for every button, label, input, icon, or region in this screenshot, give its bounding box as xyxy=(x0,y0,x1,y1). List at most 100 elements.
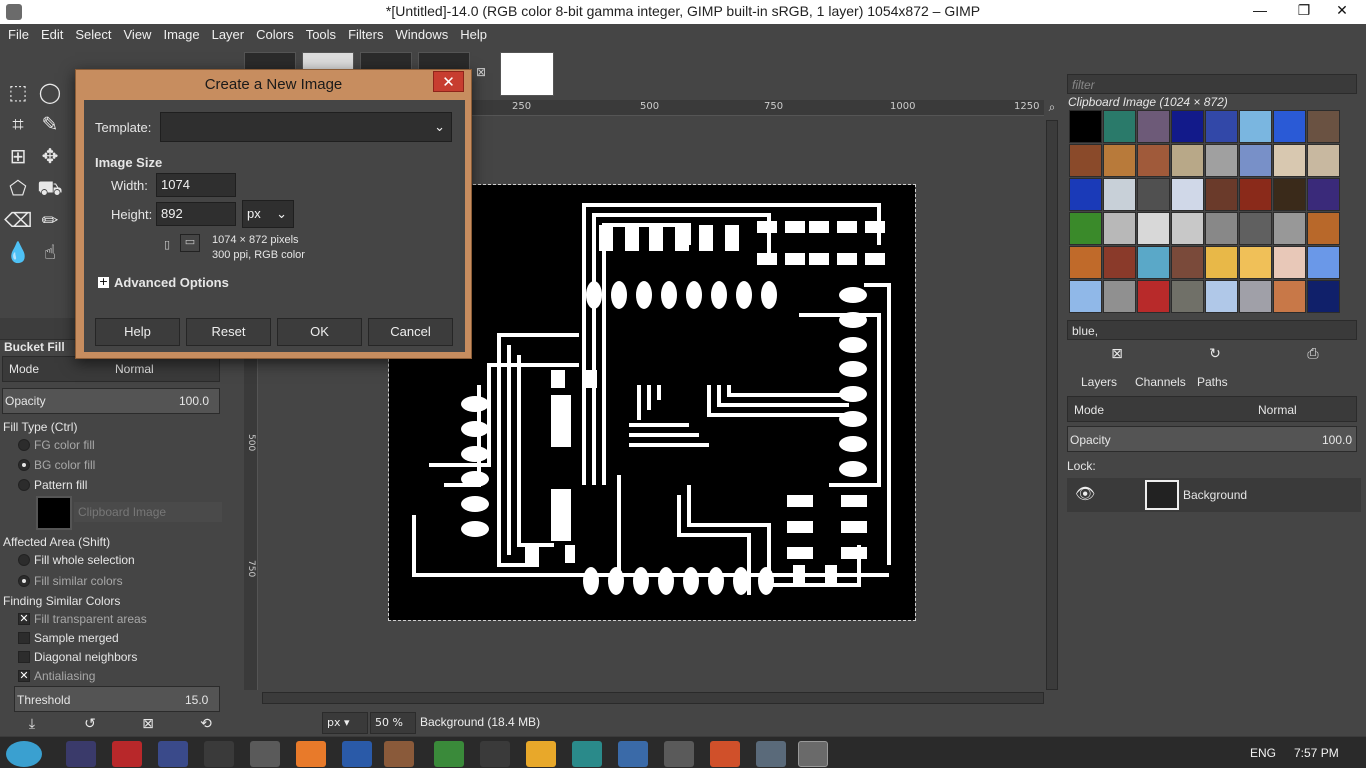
taskbar-app-icon[interactable] xyxy=(66,741,96,767)
pattern-cell[interactable] xyxy=(1205,110,1238,143)
ellipse-select-icon[interactable]: ◯ xyxy=(36,78,64,106)
pattern-cell[interactable] xyxy=(1307,280,1340,313)
mode-row[interactable]: Mode Normal xyxy=(2,356,220,382)
clock[interactable]: 7:57 PM xyxy=(1294,746,1339,760)
vertical-scrollbar[interactable] xyxy=(1046,120,1058,690)
pattern-cell[interactable] xyxy=(1069,280,1102,313)
pattern-cell[interactable] xyxy=(1239,212,1272,245)
refresh-patterns-icon[interactable]: ↻ xyxy=(1201,340,1229,368)
tab-channels[interactable]: Channels xyxy=(1135,375,1186,389)
start-icon[interactable] xyxy=(6,741,42,767)
layer-row-background[interactable]: 👁 Background xyxy=(1067,478,1361,512)
taskbar-app-icon[interactable] xyxy=(710,741,740,767)
pattern-cell[interactable] xyxy=(1273,110,1306,143)
pattern-grid[interactable] xyxy=(1069,110,1341,318)
pattern-cell[interactable] xyxy=(1103,110,1136,143)
pattern-cell[interactable] xyxy=(1239,144,1272,177)
width-input[interactable]: 1074 xyxy=(156,173,236,197)
pattern-cell[interactable] xyxy=(1103,178,1136,211)
pattern-cell[interactable] xyxy=(1137,212,1170,245)
pattern-cell[interactable] xyxy=(1205,178,1238,211)
pattern-cell[interactable] xyxy=(1137,144,1170,177)
save-options-icon[interactable]: ⤓ xyxy=(18,710,46,738)
layer-opacity-row[interactable]: Opacity 100.0 xyxy=(1067,426,1357,452)
menu-colors[interactable]: Colors xyxy=(250,24,300,46)
pattern-cell[interactable] xyxy=(1069,246,1102,279)
open-pattern-icon[interactable]: ⎙ xyxy=(1299,340,1327,368)
eraser-icon[interactable]: ⌫ xyxy=(4,206,32,234)
delete-options-icon[interactable]: ⊠ xyxy=(134,710,162,738)
image-tab-active[interactable] xyxy=(500,52,554,96)
pattern-cell[interactable] xyxy=(1239,246,1272,279)
fill-similar-radio[interactable] xyxy=(18,575,30,587)
pattern-filter[interactable]: filter xyxy=(1067,74,1357,94)
smudge-icon[interactable]: ☝ xyxy=(36,238,64,266)
maximize-button[interactable]: ❐ xyxy=(1284,0,1324,22)
pattern-cell[interactable] xyxy=(1171,280,1204,313)
menu-file[interactable]: File xyxy=(2,24,35,46)
pattern-cell[interactable] xyxy=(1239,178,1272,211)
dialog-close-button[interactable]: ✕ xyxy=(433,71,464,92)
eye-icon[interactable]: 👁 xyxy=(1075,484,1095,503)
layer-mode-row[interactable]: Mode Normal xyxy=(1067,396,1357,422)
taskbar-app-icon[interactable] xyxy=(664,741,694,767)
pattern-cell[interactable] xyxy=(1137,280,1170,313)
reset-button[interactable]: Reset xyxy=(186,318,271,346)
pattern-cell[interactable] xyxy=(1307,178,1340,211)
menu-layer[interactable]: Layer xyxy=(206,24,251,46)
menu-windows[interactable]: Windows xyxy=(389,24,454,46)
pattern-cell[interactable] xyxy=(1103,246,1136,279)
pattern-cell[interactable] xyxy=(1307,110,1340,143)
ok-button[interactable]: OK xyxy=(277,318,362,346)
expand-icon[interactable]: + xyxy=(98,276,109,288)
pattern-cell[interactable] xyxy=(1069,212,1102,245)
diagonal-checkbox[interactable] xyxy=(18,651,30,663)
antialiasing-checkbox[interactable]: ✕ xyxy=(18,670,30,682)
pattern-cell[interactable] xyxy=(1307,212,1340,245)
taskbar-app-icon[interactable] xyxy=(526,741,556,767)
tab-paths[interactable]: Paths xyxy=(1197,375,1228,389)
bucket-fill-icon[interactable]: ⛟ xyxy=(36,174,64,202)
taskbar-app-icon[interactable] xyxy=(756,741,786,767)
menu-filters[interactable]: Filters xyxy=(342,24,389,46)
pattern-cell[interactable] xyxy=(1171,212,1204,245)
menu-help[interactable]: Help xyxy=(454,24,493,46)
taskbar-app-icon[interactable] xyxy=(204,741,234,767)
advanced-options-label[interactable]: Advanced Options xyxy=(114,275,229,290)
taskbar-app-icon[interactable] xyxy=(434,741,464,767)
pattern-cell[interactable] xyxy=(1239,280,1272,313)
pattern-cell[interactable] xyxy=(1171,110,1204,143)
pattern-cell[interactable] xyxy=(1273,144,1306,177)
taskbar-app-icon[interactable] xyxy=(572,741,602,767)
menu-view[interactable]: View xyxy=(118,24,158,46)
pattern-cell[interactable] xyxy=(1205,212,1238,245)
fill-fg-radio[interactable] xyxy=(18,439,30,451)
language-indicator[interactable]: ENG xyxy=(1250,746,1276,760)
close-window-button[interactable]: ✕ xyxy=(1322,0,1362,22)
help-button[interactable]: Help xyxy=(95,318,180,346)
pattern-cell[interactable] xyxy=(1103,144,1136,177)
paintbrush-icon[interactable]: ✏ xyxy=(36,206,64,234)
menu-edit[interactable]: Edit xyxy=(35,24,69,46)
taskbar-app-icon[interactable] xyxy=(112,741,142,767)
pattern-cell[interactable] xyxy=(1171,178,1204,211)
crop-icon[interactable]: ⌗ xyxy=(4,110,32,138)
pattern-cell[interactable] xyxy=(1171,144,1204,177)
close-tab-icon[interactable]: ⊠ xyxy=(476,66,488,78)
portrait-icon[interactable]: ▯ xyxy=(164,238,170,251)
taskbar-app-icon[interactable] xyxy=(158,741,188,767)
pattern-cell[interactable] xyxy=(1273,246,1306,279)
rect-select-icon[interactable]: ⬚ xyxy=(4,78,32,106)
menu-select[interactable]: Select xyxy=(69,24,117,46)
height-input[interactable]: 892 xyxy=(156,202,236,226)
sample-merged-checkbox[interactable] xyxy=(18,632,30,644)
pattern-name-field[interactable]: blue, xyxy=(1067,320,1357,340)
restore-options-icon[interactable]: ↺ xyxy=(76,710,104,738)
taskbar-app-icon[interactable] xyxy=(250,741,280,767)
pattern-cell[interactable] xyxy=(1205,246,1238,279)
transform-icon[interactable]: ⬠ xyxy=(4,174,32,202)
minimize-button[interactable]: — xyxy=(1240,0,1280,22)
opacity-value[interactable]: 100.0 xyxy=(179,394,209,408)
pattern-tabs[interactable] xyxy=(1069,52,1165,68)
pattern-cell[interactable] xyxy=(1273,178,1306,211)
